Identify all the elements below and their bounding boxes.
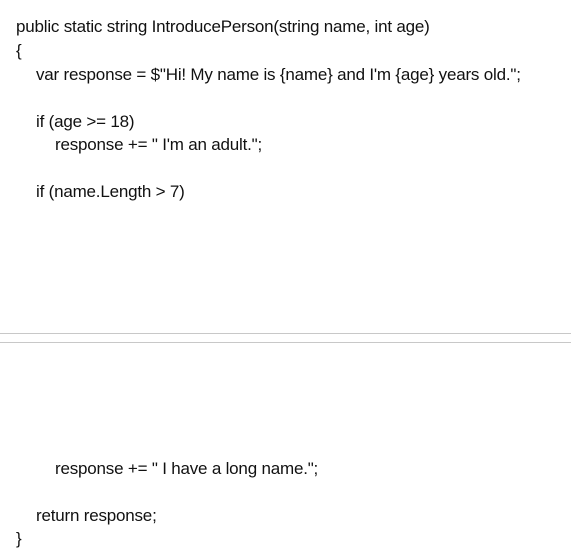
divider-bottom [0,342,571,343]
method-signature: public static string IntroducePerson(str… [16,17,430,36]
if-age-condition: if (age >= 18) [36,112,135,131]
adult-append-statement: response += " I'm an adult."; [55,135,263,154]
close-brace: } [16,529,22,548]
divider-top [0,333,571,334]
open-brace: { [16,41,22,60]
response-declaration: var response = $"Hi! My name is {name} a… [36,65,521,84]
return-statement: return response; [36,506,157,525]
if-name-length-condition: if (name.Length > 7) [36,182,185,201]
long-name-append-statement: response += " I have a long name."; [55,459,319,478]
